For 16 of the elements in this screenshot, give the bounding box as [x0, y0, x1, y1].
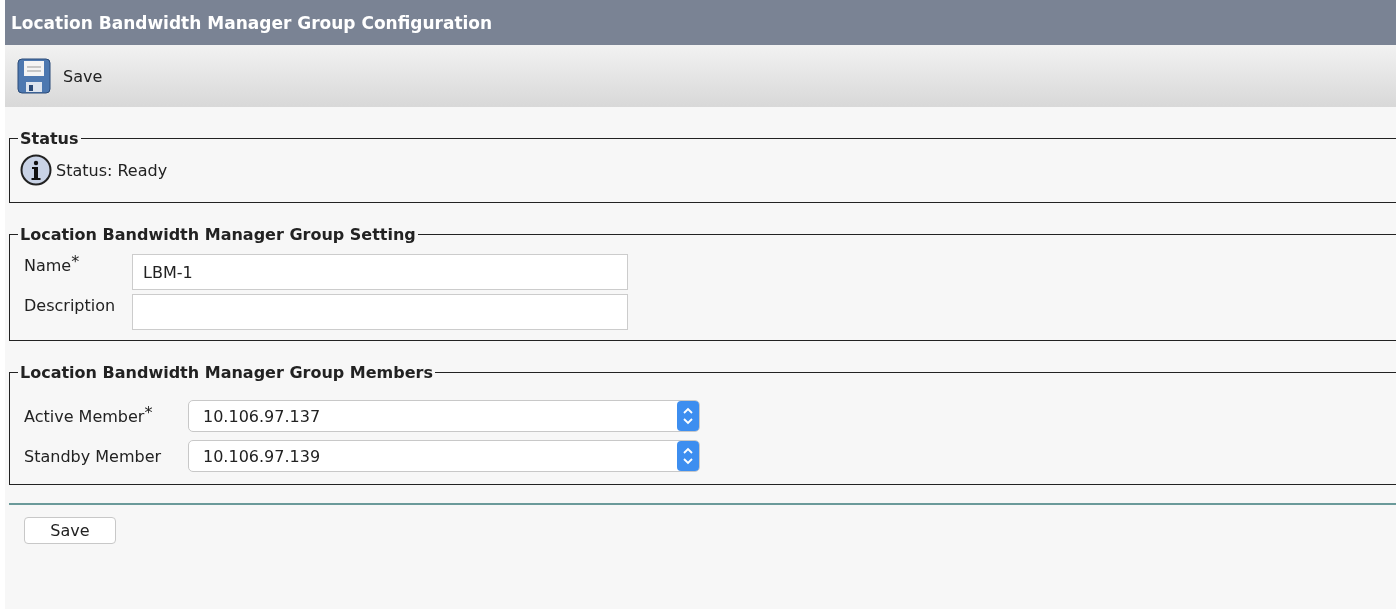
dropdown[interactable]: 10.106.97.139 — [188, 440, 700, 472]
field-label: Standby Member — [24, 446, 163, 466]
save-button[interactable]: Save — [17, 58, 103, 94]
save-button[interactable]: Save — [24, 517, 116, 544]
input-field[interactable]: LBM-1 — [132, 254, 628, 290]
input-field[interactable] — [132, 294, 628, 330]
status-message: Status: Ready — [56, 160, 168, 180]
dropdown[interactable]: 10.106.97.137 — [188, 400, 700, 432]
stepper-icon — [677, 401, 699, 431]
section-legend: Location Bandwidth Manager Group Setting — [18, 225, 418, 244]
info-icon — [20, 154, 52, 186]
section-legend: Location Bandwidth Manager Group Members — [18, 363, 435, 382]
section-legend: Status — [18, 129, 81, 148]
stepper-icon — [677, 441, 699, 471]
page-title: Location Bandwidth Manager Group Configuration — [5, 0, 1396, 45]
field-label: Description — [24, 296, 117, 315]
